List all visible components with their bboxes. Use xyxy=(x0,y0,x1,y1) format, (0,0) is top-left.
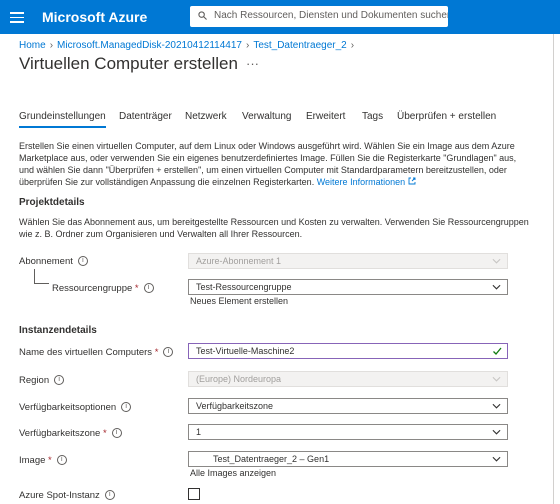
region-label-text: Region xyxy=(19,375,50,386)
menu-icon[interactable] xyxy=(10,9,24,23)
breadcrumb-home[interactable]: Home xyxy=(19,40,46,51)
ressourcengruppe-label: Ressourcengruppe * i xyxy=(52,283,154,294)
abonnement-label-text: Abonnement xyxy=(19,256,73,267)
brand-title[interactable]: Microsoft Azure xyxy=(42,9,147,25)
chevron-down-icon xyxy=(492,284,501,290)
breadcrumb: Home › Microsoft.ManagedDisk-2021041211441… xyxy=(19,40,358,51)
chevron-down-icon xyxy=(492,456,501,462)
spot-instance-label: Azure Spot-Instanz i xyxy=(19,490,115,501)
ressourcengruppe-value: Test-Ressourcengruppe xyxy=(196,282,292,292)
search-input[interactable]: Nach Ressourcen, Diensten und Dokumenten… xyxy=(190,6,448,27)
tab-datentraeger[interactable]: Datenträger xyxy=(119,111,172,122)
create-new-rg-link[interactable]: Neues Element erstellen xyxy=(190,296,288,306)
tab-erweitert[interactable]: Erweitert xyxy=(306,111,345,122)
image-value: Test_Datentraeger_2 – Gen1 xyxy=(213,454,330,464)
verfuegbarkeitsoptionen-value: Verfügbarkeitszone xyxy=(196,401,274,411)
vm-name-label: Name des virtuellen Computers * i xyxy=(19,347,174,358)
spot-instance-label-text: Azure Spot-Instanz xyxy=(19,490,100,501)
abonnement-select[interactable]: Azure-Abonnement 1 xyxy=(188,253,508,269)
region-label: Region i xyxy=(19,375,65,386)
projekt-description: Wählen Sie das Abonnement aus, um bereit… xyxy=(19,217,529,239)
info-icon[interactable]: i xyxy=(163,347,174,358)
info-icon[interactable]: i xyxy=(121,402,132,413)
breadcrumb-datentraeger[interactable]: Test_Datentraeger_2 xyxy=(253,40,346,51)
breadcrumb-disk[interactable]: Microsoft.ManagedDisk-20210412114417 xyxy=(57,40,242,51)
tab-grundeinstellungen[interactable]: Grundeinstellungen xyxy=(19,111,106,128)
spot-instance-checkbox[interactable] xyxy=(188,488,200,500)
breadcrumb-separator: › xyxy=(350,40,355,51)
region-select[interactable]: (Europe) Nordeuropa xyxy=(188,371,508,387)
vm-name-value: Test-Virtuelle-Maschine2 xyxy=(196,346,295,356)
image-select[interactable]: Test_Datentraeger_2 – Gen1 xyxy=(188,451,508,467)
verfuegbarkeitsoptionen-label: Verfügbarkeitsoptionen i xyxy=(19,402,132,413)
tab-netzwerk[interactable]: Netzwerk xyxy=(185,111,227,122)
verfuegbarkeitszone-select[interactable]: 1 xyxy=(188,424,508,440)
ressourcengruppe-label-text: Ressourcengruppe xyxy=(52,283,133,294)
abonnement-label: Abonnement i xyxy=(19,256,88,267)
required-marker: * xyxy=(102,428,107,439)
tab-tags[interactable]: Tags xyxy=(362,111,383,122)
chevron-down-icon xyxy=(492,403,501,409)
required-marker: * xyxy=(154,347,159,358)
blade-divider xyxy=(553,34,554,504)
verfuegbarkeitsoptionen-label-text: Verfügbarkeitsoptionen xyxy=(19,402,117,413)
required-marker: * xyxy=(134,283,139,294)
external-link-icon xyxy=(408,177,416,185)
search-icon xyxy=(198,11,207,20)
ressourcengruppe-select[interactable]: Test-Ressourcengruppe xyxy=(188,279,508,295)
all-images-link[interactable]: Alle Images anzeigen xyxy=(190,468,276,478)
top-bar: Microsoft Azure Nach Ressourcen, Dienste… xyxy=(0,0,560,34)
learn-more-link[interactable]: Weitere Informationen xyxy=(317,177,405,187)
image-label: Image * i xyxy=(19,455,67,466)
info-icon[interactable]: i xyxy=(104,490,115,501)
tree-connector xyxy=(34,269,49,284)
info-icon[interactable]: i xyxy=(54,375,65,386)
chevron-down-icon xyxy=(492,258,501,264)
verfuegbarkeitszone-label: Verfügbarkeitszone * i xyxy=(19,428,122,439)
tab-verwaltung[interactable]: Verwaltung xyxy=(242,111,291,122)
vm-name-input[interactable]: Test-Virtuelle-Maschine2 xyxy=(188,343,508,359)
info-icon[interactable]: i xyxy=(143,283,154,294)
verfuegbarkeitszone-value: 1 xyxy=(196,427,202,437)
info-icon[interactable]: i xyxy=(77,256,88,267)
breadcrumb-separator: › xyxy=(245,40,250,51)
verfuegbarkeitszone-label-text: Verfügbarkeitszone xyxy=(19,428,101,439)
info-icon[interactable]: i xyxy=(56,455,67,466)
image-label-text: Image xyxy=(19,455,46,466)
chevron-down-icon xyxy=(492,429,501,435)
search-placeholder: Nach Ressourcen, Diensten und Dokumenten… xyxy=(214,10,448,21)
intro-paragraph: Erstellen Sie einen virtuellen Computer,… xyxy=(19,141,517,187)
breadcrumb-separator: › xyxy=(49,40,54,51)
section-projektdetails: Projektdetails xyxy=(19,197,85,208)
page-title: Virtuellen Computer erstellen xyxy=(19,54,238,73)
tab-ueberpruefen-erstellen[interactable]: Überprüfen + erstellen xyxy=(397,111,496,122)
vm-name-label-text: Name des virtuellen Computers xyxy=(19,347,153,358)
info-icon[interactable]: i xyxy=(111,428,122,439)
verfuegbarkeitsoptionen-select[interactable]: Verfügbarkeitszone xyxy=(188,398,508,414)
section-instanzendetails: Instanzendetails xyxy=(19,325,97,336)
more-options-button[interactable]: ··· xyxy=(246,56,259,71)
region-value: (Europe) Nordeuropa xyxy=(196,374,282,384)
required-marker: * xyxy=(48,455,52,466)
intro-text: Erstellen Sie einen virtuellen Computer,… xyxy=(19,140,529,188)
checkmark-icon xyxy=(493,347,502,355)
chevron-down-icon xyxy=(492,376,501,382)
abonnement-value: Azure-Abonnement 1 xyxy=(196,256,282,266)
